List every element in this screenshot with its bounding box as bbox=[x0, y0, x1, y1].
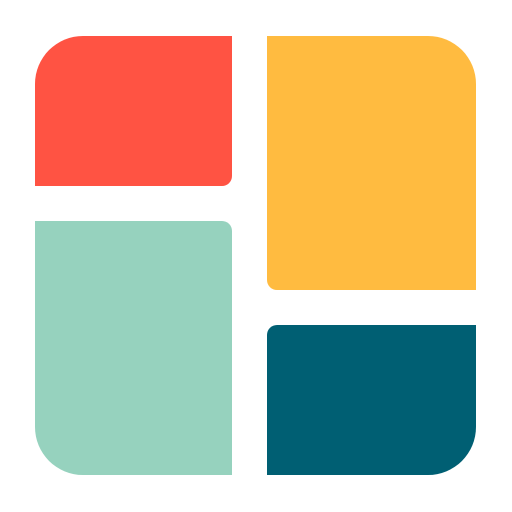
tile-top-left bbox=[35, 36, 232, 186]
tile-bottom-left bbox=[35, 221, 232, 475]
tile-bottom-right bbox=[267, 325, 476, 475]
four-tile-grid-icon bbox=[0, 0, 512, 512]
tile-top-right bbox=[267, 36, 476, 290]
